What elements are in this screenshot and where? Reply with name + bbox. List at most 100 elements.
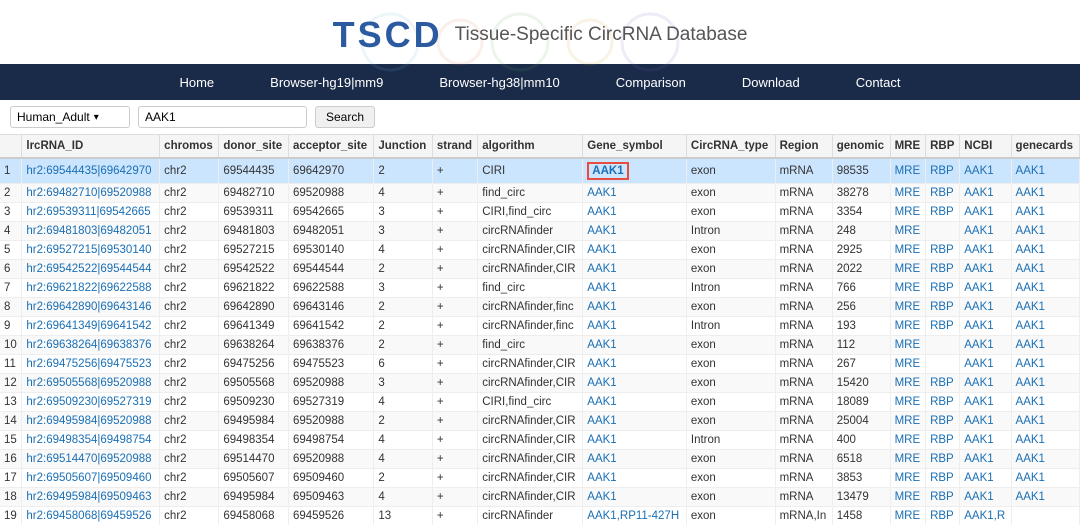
ncbi-link[interactable]: AAK1 [964, 225, 993, 237]
rbp-link[interactable]: RBP [930, 491, 954, 503]
ncbi-link[interactable]: AAK1 [964, 396, 993, 408]
ncbi-link[interactable]: AAK1 [964, 301, 993, 313]
mre-link[interactable]: MRE [895, 434, 921, 446]
rbp-link[interactable]: RBP [930, 282, 954, 294]
rbp-link[interactable]: RBP [930, 244, 954, 256]
mre-link[interactable]: MRE [895, 491, 921, 503]
gene-link[interactable]: AAK1 [587, 453, 616, 465]
mre-link[interactable]: MRE [895, 244, 921, 256]
genecards-link[interactable]: AAK1 [1016, 225, 1045, 237]
mre-link[interactable]: MRE [895, 263, 921, 275]
ncbi-link[interactable]: AAK1 [964, 282, 993, 294]
genecards-link[interactable]: AAK1 [1016, 282, 1045, 294]
id-link[interactable]: hr2:69539311|69542665 [26, 206, 150, 218]
id-link[interactable]: hr2:69642890|69643146 [26, 301, 151, 313]
rbp-link[interactable]: RBP [930, 263, 954, 275]
gene-link[interactable]: AAK1 [587, 320, 616, 332]
mre-link[interactable]: MRE [895, 339, 921, 351]
gene-link[interactable]: AAK1 [587, 339, 616, 351]
genecards-link[interactable]: AAK1 [1016, 187, 1045, 199]
id-link[interactable]: hr2:69544435|69642970 [26, 165, 151, 177]
mre-link[interactable]: MRE [895, 225, 921, 237]
id-link[interactable]: hr2:69495984|69509463 [26, 491, 151, 503]
rbp-link[interactable]: RBP [930, 472, 954, 484]
ncbi-link[interactable]: AAK1 [964, 491, 993, 503]
ncbi-link[interactable]: AAK1 [964, 187, 993, 199]
id-link[interactable]: hr2:69505568|69520988 [26, 377, 151, 389]
gene-link[interactable]: AAK1 [587, 358, 616, 370]
gene-link[interactable]: AAK1 [587, 472, 616, 484]
mre-link[interactable]: MRE [895, 187, 921, 199]
id-link[interactable]: hr2:69481803|69482051 [26, 225, 151, 237]
mre-link[interactable]: MRE [895, 510, 921, 522]
gene-link[interactable]: AAK1 [587, 434, 616, 446]
genecards-link[interactable]: AAK1 [1016, 165, 1045, 177]
rbp-link[interactable]: RBP [930, 187, 954, 199]
genecards-link[interactable]: AAK1 [1016, 472, 1045, 484]
species-dropdown[interactable]: Human_Adult ▾ [10, 106, 130, 128]
mre-link[interactable]: MRE [895, 377, 921, 389]
gene-link[interactable]: AAK1 [587, 301, 616, 313]
genecards-link[interactable]: AAK1 [1016, 415, 1045, 427]
id-link[interactable]: hr2:69514470|69520988 [26, 453, 151, 465]
genecards-link[interactable]: AAK1 [1016, 320, 1045, 332]
rbp-link[interactable]: RBP [930, 301, 954, 313]
mre-link[interactable]: MRE [895, 301, 921, 313]
ncbi-link[interactable]: AAK1 [964, 244, 993, 256]
ncbi-link[interactable]: AAK1 [964, 434, 993, 446]
id-link[interactable]: hr2:69475256|69475523 [26, 358, 151, 370]
ncbi-link[interactable]: AAK1,R [964, 510, 1005, 522]
gene-link[interactable]: AAK1 [587, 396, 616, 408]
gene-link[interactable]: AAK1 [587, 377, 616, 389]
ncbi-link[interactable]: AAK1 [964, 165, 993, 177]
gene-link[interactable]: AAK1 [587, 491, 616, 503]
rbp-link[interactable]: RBP [930, 453, 954, 465]
rbp-link[interactable]: RBP [930, 396, 954, 408]
gene-link[interactable]: AAK1 [587, 225, 616, 237]
mre-link[interactable]: MRE [895, 472, 921, 484]
mre-link[interactable]: MRE [895, 415, 921, 427]
genecards-link[interactable]: AAK1 [1016, 339, 1045, 351]
genecards-link[interactable]: AAK1 [1016, 263, 1045, 275]
gene-link[interactable]: AAK1 [587, 415, 616, 427]
ncbi-link[interactable]: AAK1 [964, 377, 993, 389]
id-link[interactable]: hr2:69527215|69530140 [26, 244, 151, 256]
gene-link[interactable]: AAK1 [587, 187, 616, 199]
search-button[interactable]: Search [315, 106, 375, 128]
mre-link[interactable]: MRE [895, 358, 921, 370]
rbp-link[interactable]: RBP [930, 377, 954, 389]
id-link[interactable]: hr2:69505607|69509460 [26, 472, 151, 484]
ncbi-link[interactable]: AAK1 [964, 263, 993, 275]
mre-link[interactable]: MRE [895, 396, 921, 408]
id-link[interactable]: hr2:69482710|69520988 [26, 187, 151, 199]
genecards-link[interactable]: AAK1 [1016, 358, 1045, 370]
genecards-link[interactable]: AAK1 [1016, 491, 1045, 503]
rbp-link[interactable]: RBP [930, 434, 954, 446]
gene-link[interactable]: AAK1 [587, 282, 616, 294]
genecards-link[interactable]: AAK1 [1016, 301, 1045, 313]
id-link[interactable]: hr2:69542522|69544544 [26, 263, 151, 275]
rbp-link[interactable]: RBP [930, 165, 954, 177]
gene-link[interactable]: AAK1,RP11-427H [587, 510, 679, 522]
genecards-link[interactable]: AAK1 [1016, 434, 1045, 446]
mre-link[interactable]: MRE [895, 165, 921, 177]
ncbi-link[interactable]: AAK1 [964, 472, 993, 484]
ncbi-link[interactable]: AAK1 [964, 320, 993, 332]
genecards-link[interactable]: AAK1 [1016, 453, 1045, 465]
mre-link[interactable]: MRE [895, 206, 921, 218]
rbp-link[interactable]: RBP [930, 415, 954, 427]
rbp-link[interactable]: RBP [930, 206, 954, 218]
genecards-link[interactable]: AAK1 [1016, 206, 1045, 218]
genecards-link[interactable]: AAK1 [1016, 377, 1045, 389]
genecards-link[interactable]: AAK1 [1016, 396, 1045, 408]
id-link[interactable]: hr2:69509230|69527319 [26, 396, 151, 408]
rbp-link[interactable]: RBP [930, 510, 954, 522]
id-link[interactable]: hr2:69458068|69459526 [26, 510, 151, 522]
genecards-link[interactable]: AAK1 [1016, 244, 1045, 256]
gene-link[interactable]: AAK1 [587, 244, 616, 256]
id-link[interactable]: hr2:69498354|69498754 [26, 434, 151, 446]
id-link[interactable]: hr2:69638264|69638376 [26, 339, 151, 351]
ncbi-link[interactable]: AAK1 [964, 358, 993, 370]
gene-search-input[interactable] [138, 106, 307, 128]
rbp-link[interactable]: RBP [930, 320, 954, 332]
